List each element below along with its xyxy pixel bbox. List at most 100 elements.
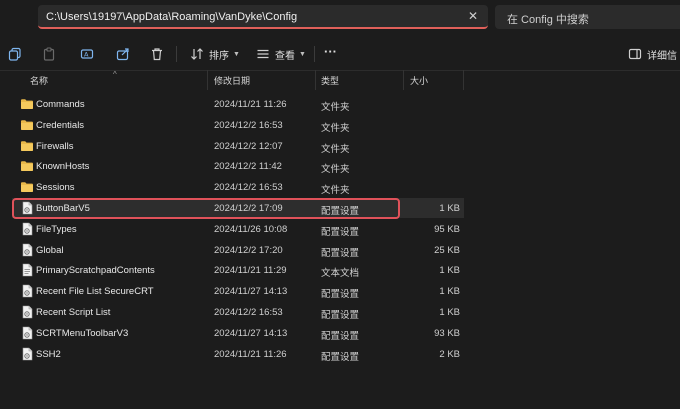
rename-button[interactable]: A: [80, 45, 94, 63]
details-label: 详细信: [647, 50, 677, 62]
command-bar: A 排序 ▼ 查看 ▼ ··· 详细信: [0, 38, 680, 71]
file-row[interactable]: Sessions 2024/12/2 16:53 文件夹: [12, 177, 464, 197]
config-file-icon: [20, 347, 34, 361]
file-size: 2 KB: [439, 348, 460, 360]
file-name: FileTypes: [36, 223, 77, 235]
close-icon[interactable]: ✕: [466, 9, 480, 23]
view-button[interactable]: 查看 ▼: [256, 45, 306, 63]
file-type: 文件夹: [321, 143, 350, 155]
toolbar-separator: [314, 46, 315, 62]
file-modified-date: 2024/12/2 11:42: [214, 161, 282, 173]
config-file-icon: [20, 284, 34, 298]
file-name: ButtonBarV5: [36, 203, 90, 214]
file-modified-date: 2024/11/21 11:26: [214, 99, 287, 110]
sort-label: 排序: [209, 50, 229, 62]
more-options-button[interactable]: ···: [324, 42, 337, 60]
details-pane-button[interactable]: 详细信: [628, 45, 677, 63]
config-file-icon: [20, 243, 34, 257]
file-row[interactable]: Recent File List SecureCRT 2024/11/27 14:…: [12, 281, 464, 301]
search-input[interactable]: 在 Config 中搜索: [495, 5, 680, 29]
file-modified-date: 2024/12/2 17:09: [214, 203, 283, 214]
svg-text:A: A: [84, 51, 89, 59]
column-divider[interactable]: [315, 70, 316, 90]
file-row[interactable]: PrimaryScratchpadContents 2024/11/21 11:2…: [12, 260, 464, 280]
file-size: 1 KB: [439, 307, 460, 318]
file-modified-date: 2024/11/21 11:26: [214, 348, 287, 360]
file-row[interactable]: KnownHosts 2024/12/2 11:42 文件夹: [12, 156, 464, 176]
file-row[interactable]: Firewalls 2024/12/2 12:07 文件夹: [12, 136, 464, 156]
file-modified-date: 2024/11/26 10:08: [214, 223, 288, 235]
file-size: 25 KB: [434, 244, 460, 256]
file-name: SCRTMenuToolbarV3: [36, 327, 129, 339]
column-modified[interactable]: 修改日期: [214, 74, 250, 87]
file-name: Global: [36, 244, 64, 256]
column-size[interactable]: 大小: [410, 74, 428, 87]
file-row[interactable]: FileTypes 2024/11/26 10:08 配置设置 95 KB: [12, 219, 464, 239]
text-file-icon: [20, 263, 34, 277]
file-modified-date: 2024/12/2 12:07: [214, 140, 283, 152]
file-type: 配置设置: [321, 226, 360, 238]
file-row[interactable]: Recent Script List 2024/12/2 16:53 配置设置 1 K…: [12, 302, 464, 322]
toolbar-separator: [176, 46, 177, 62]
column-name[interactable]: 名称: [30, 74, 48, 87]
sort-button[interactable]: 排序 ▼: [190, 45, 240, 63]
address-row: C:\Users\19197\AppData\Roaming\VanDyke\C…: [0, 0, 680, 38]
file-name: Firewalls: [36, 140, 74, 152]
file-name: Sessions: [36, 182, 75, 194]
file-type: 配置设置: [321, 206, 360, 217]
file-size: 1 KB: [439, 265, 460, 277]
delete-button[interactable]: [150, 45, 164, 63]
file-name: SSH2: [36, 348, 61, 360]
file-type: 文本文档: [321, 268, 360, 280]
config-file-icon: [20, 326, 34, 340]
file-row[interactable]: Credentials 2024/12/2 16:53 文件夹: [12, 115, 464, 135]
file-type: 文件夹: [321, 164, 350, 176]
paste-icon: [43, 47, 55, 61]
file-name: Recent Script List: [36, 307, 111, 318]
file-type: 文件夹: [321, 122, 350, 134]
column-divider[interactable]: [463, 70, 464, 90]
file-modified-date: 2024/11/27 14:13: [214, 327, 288, 339]
paste-button[interactable]: [42, 45, 56, 63]
file-modified-date: 2024/11/21 11:29: [214, 265, 287, 277]
file-modified-date: 2024/12/2 16:53: [214, 307, 283, 318]
file-row[interactable]: SSH2 2024/11/21 11:26 配置设置 2 KB: [12, 344, 464, 364]
folder-icon: [20, 159, 34, 173]
file-row[interactable]: ButtonBarV5 2024/12/2 17:09 配置设置 1 KB: [12, 198, 464, 218]
file-row[interactable]: SCRTMenuToolbarV3 2024/11/27 14:13 配置设置 93 …: [12, 323, 464, 343]
file-name: PrimaryScratchpadContents: [36, 265, 155, 277]
file-type: 配置设置: [321, 310, 360, 321]
file-type: 配置设置: [321, 330, 360, 342]
file-name: Commands: [36, 99, 85, 110]
view-icon: [257, 49, 269, 59]
file-name: Recent File List SecureCRT: [36, 286, 154, 298]
file-name: Credentials: [36, 119, 85, 131]
file-type: 配置设置: [321, 289, 360, 301]
chevron-down-icon: ▼: [233, 50, 240, 58]
column-divider[interactable]: [403, 70, 404, 90]
file-row[interactable]: Commands 2024/11/21 11:26 文件夹: [12, 94, 464, 114]
file-type: 文件夹: [321, 102, 350, 113]
config-file-icon: [20, 222, 34, 236]
file-type: 文件夹: [321, 185, 350, 197]
file-size: 1 KB: [439, 286, 460, 298]
address-path[interactable]: C:\Users\19197\AppData\Roaming\VanDyke\C…: [46, 11, 297, 23]
column-divider[interactable]: [207, 70, 208, 90]
address-bar[interactable]: C:\Users\19197\AppData\Roaming\VanDyke\C…: [38, 5, 488, 29]
file-row[interactable]: Global 2024/12/2 17:20 配置设置 25 KB: [12, 240, 464, 260]
copy-button[interactable]: [8, 45, 22, 63]
config-file-icon: [20, 305, 34, 319]
share-button[interactable]: [116, 45, 130, 63]
sort-ascending-icon: ^: [113, 70, 117, 79]
share-icon: [116, 48, 129, 61]
file-size: 95 KB: [434, 223, 460, 235]
column-type[interactable]: 类型: [321, 74, 339, 87]
trash-icon: [152, 48, 162, 61]
file-modified-date: 2024/12/2 16:53: [214, 119, 283, 131]
file-size: 93 KB: [434, 327, 460, 339]
more-icon: ···: [324, 43, 337, 59]
chevron-down-icon: ▼: [299, 50, 306, 58]
sort-icon: [191, 48, 203, 60]
search-placeholder: 在 Config 中搜索: [507, 14, 589, 26]
file-modified-date: 2024/12/2 16:53: [214, 182, 283, 194]
